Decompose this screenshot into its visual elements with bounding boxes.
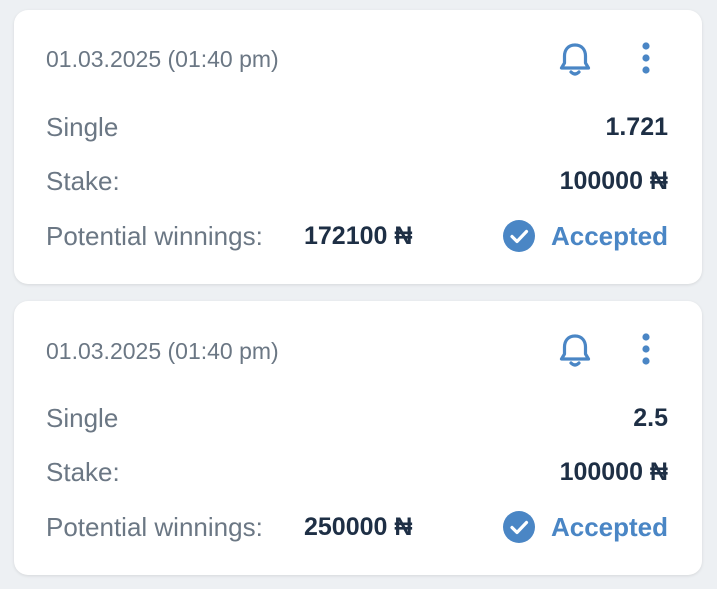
more-vertical-icon[interactable] [636,39,656,79]
bet-odds: 1.721 [605,113,668,141]
status-badge: Accepted [502,218,668,254]
bet-date: 01.03.2025 (01:40 pm) [46,46,279,72]
bet-odds: 2.5 [633,404,668,432]
status-text: Accepted [550,511,668,542]
bell-icon[interactable] [555,39,595,79]
stake-label: Stake: [46,457,120,487]
bet-type-label: Single [46,403,119,433]
bet-date: 01.03.2025 (01:40 pm) [46,338,279,364]
winnings-label: Potential winnings: [46,512,263,542]
bell-icon[interactable] [555,330,595,370]
winnings-value: 250000 ₦ [304,513,413,541]
winnings-label: Potential winnings: [46,221,263,251]
check-circle-icon [502,511,535,543]
check-circle-icon [502,220,535,252]
stake-label: Stake: [46,166,120,196]
status-badge: Accepted [502,509,668,545]
winnings-value: 172100 ₦ [304,222,413,250]
stake-value: 100000 ₦ [559,167,668,195]
stake-value: 100000 ₦ [559,458,668,486]
more-vertical-icon[interactable] [636,330,656,370]
bet-card[interactable]: 01.03.2025 (01:40 pm) Single 1.721 Stake… [14,10,702,284]
bet-type-label: Single [46,112,119,142]
status-text: Accepted [550,220,668,251]
bet-card[interactable]: 01.03.2025 (01:40 pm) Single 2.5 Stake: … [14,301,702,575]
